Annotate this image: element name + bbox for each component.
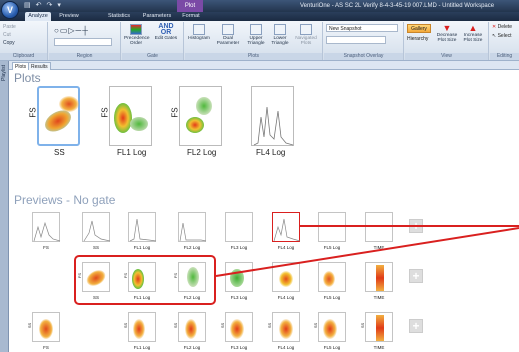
application-orb-button[interactable]: V xyxy=(1,1,19,19)
annotation-callout-lines xyxy=(215,225,519,277)
